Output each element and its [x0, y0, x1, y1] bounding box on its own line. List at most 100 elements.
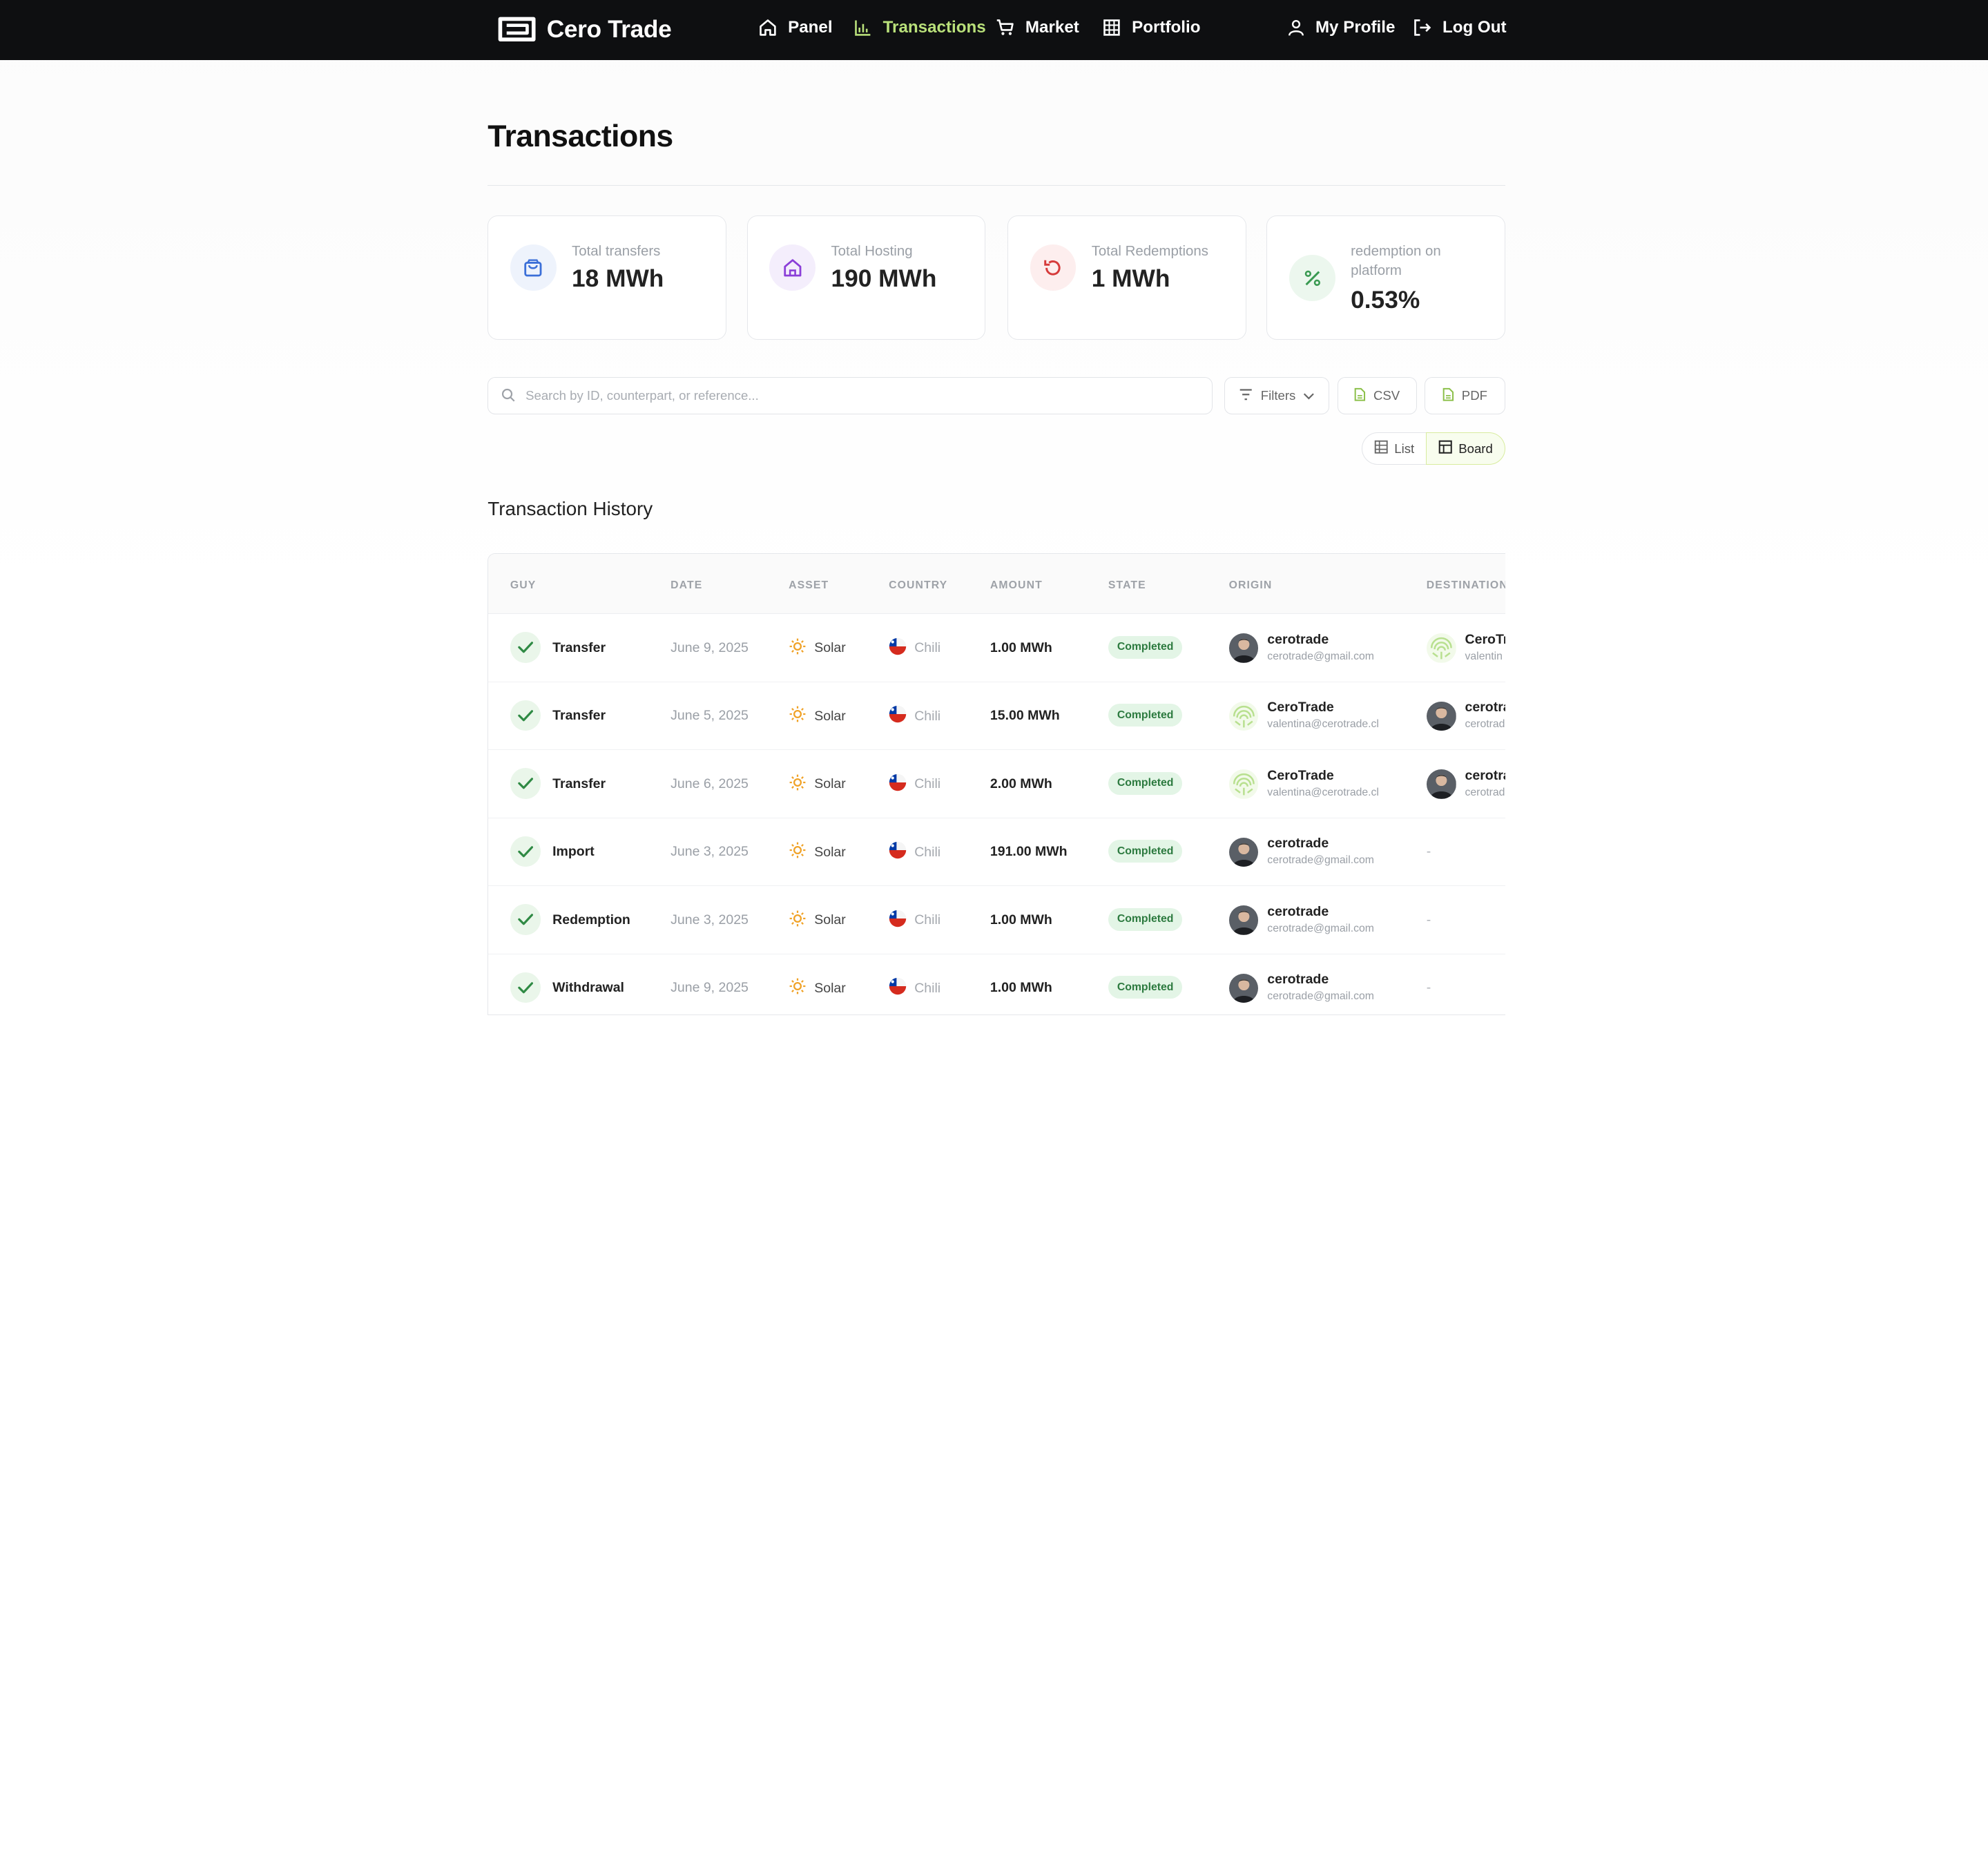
chile-flag-icon	[889, 841, 907, 863]
asset-cell: Solar	[789, 977, 846, 999]
country-label: Chili	[914, 844, 941, 860]
origin-email: cerotrade@gmail.com	[1267, 650, 1374, 662]
column-header-amount[interactable]: AMOUNT	[990, 579, 1043, 592]
search-input[interactable]: Search by ID, counterpart, or reference.…	[525, 388, 759, 403]
origin-name: cerotrade	[1267, 903, 1329, 919]
nav-log-out[interactable]: Log Out	[1413, 18, 1507, 37]
country-label: Chili	[914, 912, 941, 928]
nav-portfolio[interactable]: Portfolio	[1102, 18, 1200, 37]
list-view-toggle[interactable]: List	[1361, 432, 1427, 465]
filters-button[interactable]: Filters	[1224, 377, 1330, 415]
pdf-export-button[interactable]: PDF	[1424, 377, 1505, 415]
stat-value: 1 MWh	[1091, 264, 1170, 292]
transaction-amount: 191.00 MWh	[990, 844, 1068, 859]
table-row[interactable]: Transfer June 6, 2025 Solar Chili 2.00 M…	[488, 750, 1505, 818]
table-row[interactable]: Transfer June 9, 2025 Solar Chili 1.00 M…	[488, 614, 1505, 682]
destination-party[interactable]: CeroTr valentin	[1426, 631, 1505, 666]
check-icon	[510, 632, 541, 663]
country-label: Chili	[914, 980, 941, 996]
table-row[interactable]: Import June 3, 2025 Solar Chili 191.00 M…	[488, 818, 1505, 887]
status-badge: Completed	[1108, 976, 1183, 999]
nav-log-out-label: Log Out	[1442, 18, 1507, 37]
board-view-toggle[interactable]: Board	[1425, 432, 1505, 465]
nav-transactions[interactable]: Transactions	[853, 18, 986, 37]
country-label: Chili	[914, 776, 941, 792]
table-row[interactable]: Withdrawal June 9, 2025 Solar Chili 1.00…	[488, 954, 1505, 1014]
stat-card-redemption-on-platform: redemption on platform 0.53%	[1266, 215, 1505, 340]
column-header-date[interactable]: DATE	[670, 579, 702, 592]
table-row[interactable]: Transfer June 5, 2025 Solar Chili 15.00 …	[488, 682, 1505, 751]
avatar	[1228, 905, 1259, 935]
top-navbar: Cero Trade Panel Transactions Market Por	[0, 0, 1988, 61]
origin-party[interactable]: cerotrade cerotrade@gmail.com	[1228, 835, 1374, 869]
asset-cell: Solar	[789, 841, 846, 863]
stat-value: 18 MWh	[572, 264, 664, 292]
origin-name: CeroTrade	[1267, 767, 1334, 783]
status-badge: Completed	[1108, 840, 1183, 863]
avatar	[1228, 701, 1259, 731]
avatar	[1426, 769, 1456, 799]
nav-my-profile-label: My Profile	[1315, 18, 1396, 37]
stat-label: Total transfers	[572, 243, 661, 260]
origin-name: cerotrade	[1267, 631, 1329, 647]
brand-logo[interactable]: Cero Trade	[495, 14, 672, 45]
destination-empty: -	[1426, 980, 1431, 995]
origin-email: valentina@cerotrade.cl	[1267, 786, 1379, 798]
country-cell: Chili	[889, 773, 940, 796]
nav-market-label: Market	[1025, 18, 1079, 37]
board-label: Board	[1458, 441, 1493, 456]
transaction-date: June 3, 2025	[670, 912, 749, 927]
country-cell: Chili	[889, 637, 940, 660]
country-cell: Chili	[889, 705, 940, 727]
search-icon	[501, 384, 515, 407]
origin-party[interactable]: cerotrade cerotrade@gmail.com	[1228, 971, 1374, 1006]
csv-export-button[interactable]: CSV	[1337, 377, 1417, 415]
avatar	[1228, 837, 1259, 867]
table-row[interactable]: Redemption June 3, 2025 Solar Chili 1.00…	[488, 886, 1505, 954]
transaction-type: Withdrawal	[552, 980, 624, 995]
check-icon	[510, 972, 541, 1003]
destination-party[interactable]: cerotra cerotrad	[1426, 699, 1505, 733]
column-header-asset[interactable]: ASSET	[789, 579, 829, 592]
transaction-amount: 1.00 MWh	[990, 912, 1052, 927]
stat-label: Total Hosting	[831, 243, 913, 260]
chile-flag-icon	[889, 977, 907, 999]
nav-market[interactable]: Market	[996, 18, 1079, 37]
status-badge: Completed	[1108, 771, 1183, 795]
pdf-label: PDF	[1461, 388, 1487, 403]
nav-panel-label: Panel	[788, 18, 833, 37]
origin-email: cerotrade@gmail.com	[1267, 854, 1374, 867]
asset-label: Solar	[814, 640, 846, 656]
page: Cero Trade Panel Transactions Market Por	[0, 0, 1988, 1016]
cero-trade-logo-icon	[495, 14, 539, 45]
asset-label: Solar	[814, 708, 846, 724]
transaction-date: June 3, 2025	[670, 844, 749, 859]
asset-cell: Solar	[789, 773, 846, 796]
stat-card-total-hosting: Total Hosting 190 MWh	[746, 215, 986, 340]
refresh-icon	[1030, 244, 1077, 291]
origin-party[interactable]: CeroTrade valentina@cerotrade.cl	[1228, 767, 1379, 802]
destination-email: cerotrad	[1465, 718, 1505, 731]
column-header-country[interactable]: COUNTRY	[889, 579, 947, 592]
origin-party[interactable]: CeroTrade valentina@cerotrade.cl	[1228, 699, 1379, 733]
sun-icon	[789, 705, 807, 727]
column-header-origin[interactable]: ORIGIN	[1229, 579, 1273, 592]
nav-my-profile[interactable]: My Profile	[1287, 18, 1395, 37]
sun-icon	[789, 841, 807, 863]
nav-panel[interactable]: Panel	[758, 18, 833, 37]
sun-icon	[789, 637, 807, 660]
home-icon	[769, 244, 816, 291]
column-header-state[interactable]: STATE	[1108, 579, 1146, 592]
stat-card-total-redemptions: Total Redemptions 1 MWh	[1007, 215, 1246, 340]
destination-party[interactable]: cerotra cerotrad	[1426, 767, 1505, 802]
origin-name: CeroTrade	[1267, 700, 1334, 715]
search-bar[interactable]: Search by ID, counterpart, or reference.…	[488, 377, 1213, 415]
column-header-guy[interactable]: GUY	[510, 579, 537, 592]
column-header-destination[interactable]: DESTINATION	[1427, 579, 1505, 592]
transaction-date: June 5, 2025	[670, 708, 749, 723]
transaction-amount: 2.00 MWh	[990, 776, 1052, 791]
origin-party[interactable]: cerotrade cerotrade@gmail.com	[1228, 903, 1374, 938]
origin-party[interactable]: cerotrade cerotrade@gmail.com	[1228, 631, 1374, 666]
check-icon	[510, 904, 541, 935]
cart-icon	[996, 18, 1015, 37]
